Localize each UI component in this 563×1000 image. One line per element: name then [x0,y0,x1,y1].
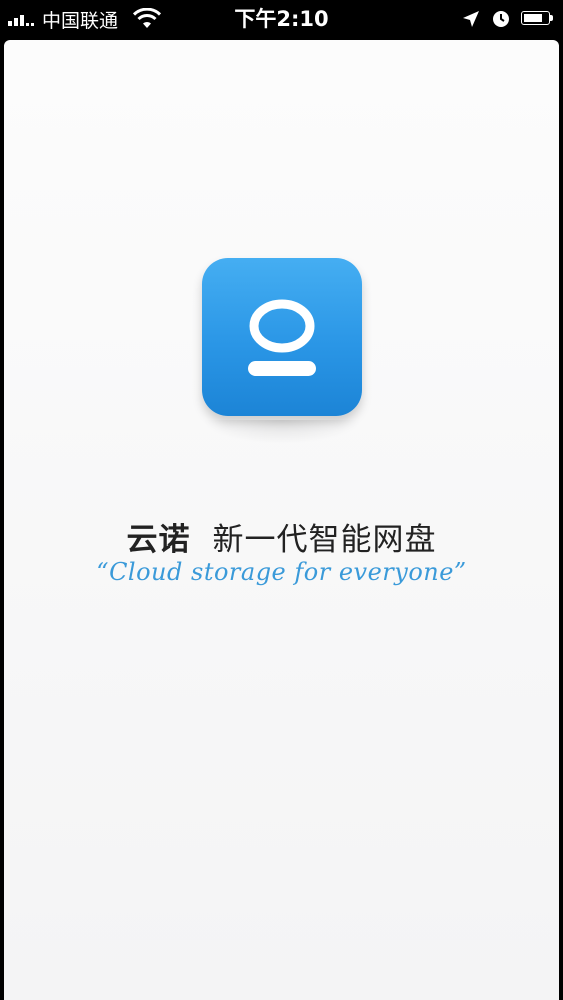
logo-reflection [202,420,362,444]
alarm-clock-icon [493,11,509,27]
battery-fill [524,14,542,22]
slogan-en: “Cloud storage for everyone” [96,558,467,586]
brand-name: 云诺 [126,522,191,558]
status-bar: 中国联通 下午2:10 [0,0,563,38]
slogan-cn: 云诺 新一代智能网盘 [4,514,559,559]
location-arrow-icon [463,11,479,27]
battery-icon [521,11,555,27]
battery-nub [550,15,553,21]
app-logo-container [202,258,362,444]
yunnuo-logo-icon [202,258,362,416]
logo-glyph [248,299,316,376]
phone-screen: 中国联通 下午2:10 云诺 新一代智能网盘 “Cloud storage fo… [0,0,563,1000]
slogan-cn-text: 新一代智能网盘 [212,522,437,558]
splash-screen: 云诺 新一代智能网盘 “Cloud storage for everyone” [4,40,559,1000]
status-bar-right [461,0,555,38]
